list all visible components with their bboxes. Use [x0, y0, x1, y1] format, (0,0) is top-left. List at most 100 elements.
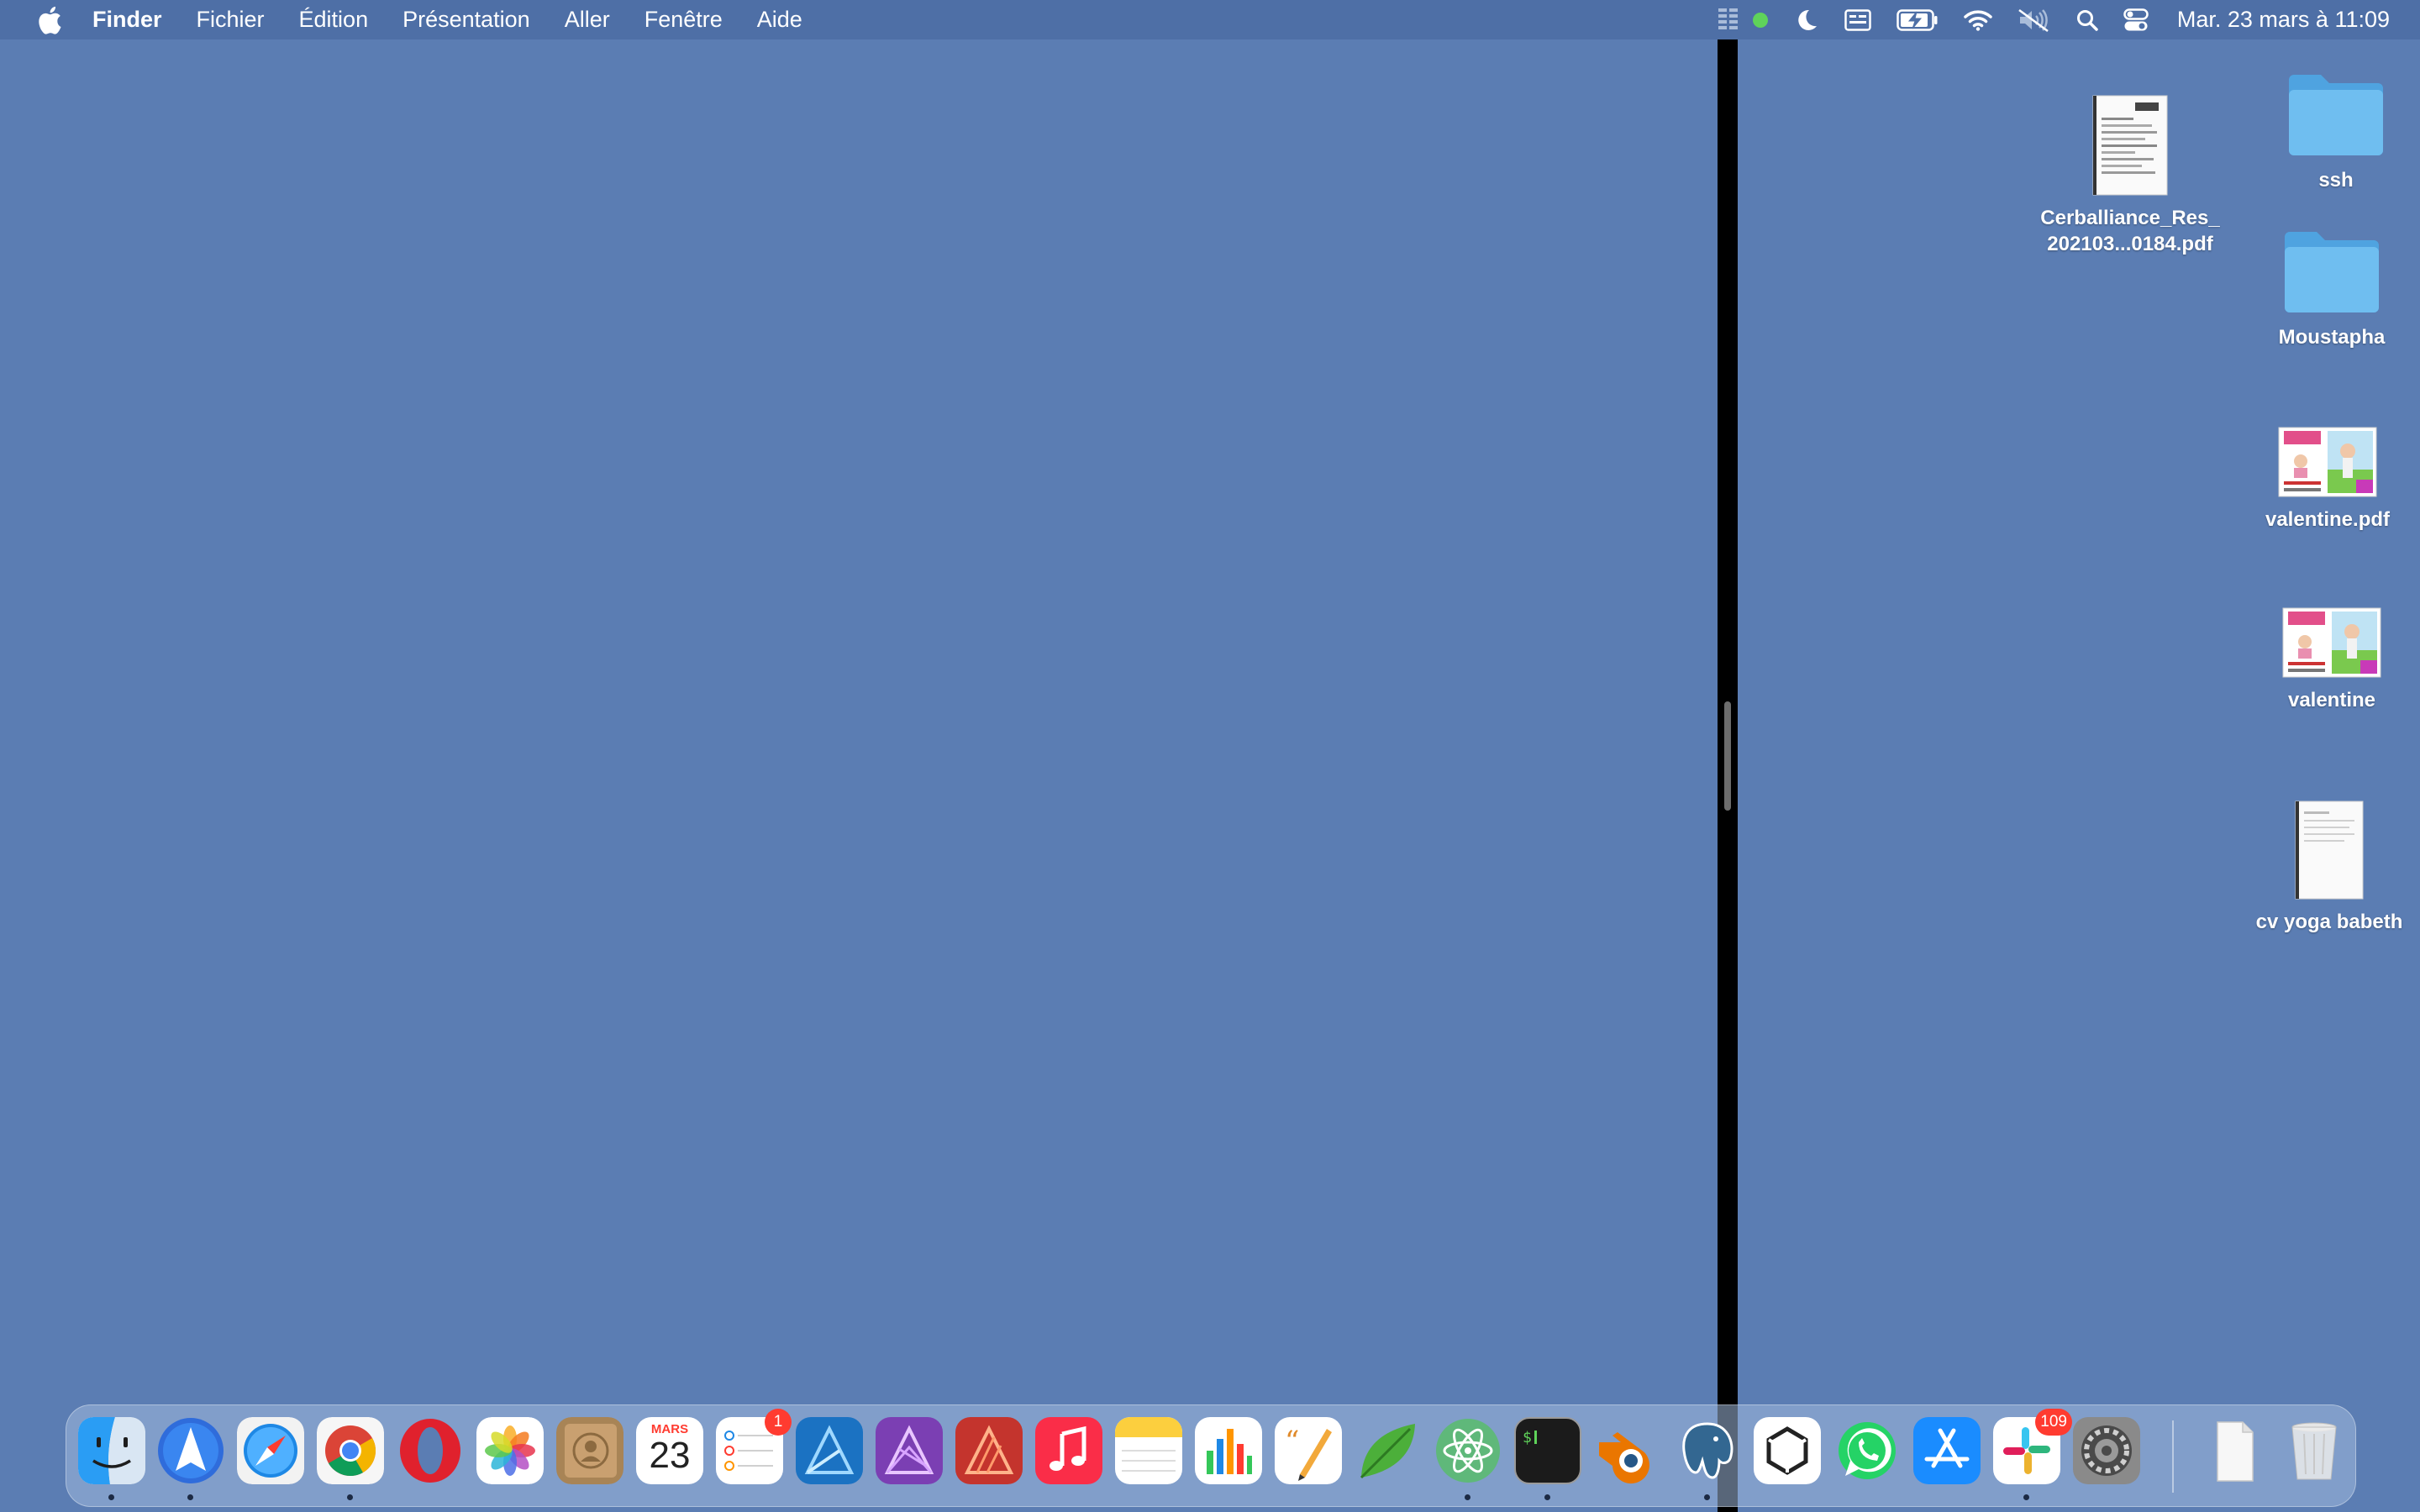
- menu-bar: Finder Fichier Édition Présentation Alle…: [0, 0, 2420, 39]
- blender-icon: [1599, 1432, 1649, 1484]
- dock-trash[interactable]: [2281, 1417, 2348, 1484]
- desktop-item-cv-yoga-babeth[interactable]: cv yoga babeth: [2245, 798, 2413, 935]
- photos-icon: [476, 1417, 544, 1484]
- menu-aller[interactable]: Aller: [565, 7, 610, 33]
- menu-fenetre[interactable]: Fenêtre: [644, 7, 723, 33]
- desktop-item-label-line1: Cerballiance_Res_: [2040, 207, 2220, 229]
- dock-photos[interactable]: [476, 1417, 544, 1484]
- pdf-document-icon: [2092, 95, 2168, 196]
- desktop-item-label: valentine.pdf: [2265, 508, 2391, 531]
- dock-affinity-photo[interactable]: [876, 1417, 943, 1484]
- control-center-icon[interactable]: [2123, 0, 2149, 39]
- desktop-item-label: ssh: [2318, 169, 2354, 192]
- dock-safari[interactable]: [237, 1417, 304, 1484]
- dock-unity[interactable]: [1754, 1417, 1821, 1484]
- desktop-item-label: Moustapha: [2278, 326, 2386, 349]
- affinity-publisher-icon: [964, 1425, 1014, 1474]
- svg-text:“: “: [1285, 1425, 1299, 1458]
- menu-presentation[interactable]: Présentation: [402, 7, 530, 33]
- apple-menu-icon[interactable]: [35, 6, 62, 34]
- running-indicator: [1544, 1494, 1550, 1500]
- menu-edition[interactable]: Édition: [299, 7, 369, 33]
- dock-music[interactable]: [1035, 1417, 1102, 1484]
- dock-system-preferences[interactable]: [2073, 1417, 2140, 1484]
- green-dot-icon: [1752, 0, 1769, 39]
- dock-chrome[interactable]: [317, 1417, 384, 1484]
- postgresql-elephant-icon: [1682, 1422, 1733, 1479]
- dock-atom[interactable]: [1434, 1417, 1502, 1484]
- dock-app-store[interactable]: [1913, 1417, 1981, 1484]
- search-icon[interactable]: [2076, 0, 2098, 39]
- running-indicator: [187, 1494, 193, 1500]
- menu-aide[interactable]: Aide: [757, 7, 802, 33]
- leaf-icon: [1360, 1424, 1415, 1479]
- affinity-designer-icon: [804, 1425, 855, 1474]
- dock-affinity-publisher[interactable]: [955, 1417, 1023, 1484]
- dock: MARS 23 1 “ $ 109: [66, 1404, 2356, 1507]
- gear-icon: [2081, 1425, 2132, 1476]
- battery-charging-icon[interactable]: [1897, 0, 1939, 39]
- running-indicator: [347, 1494, 353, 1500]
- dock-leaf[interactable]: [1355, 1417, 1422, 1484]
- running-indicator: [1704, 1494, 1710, 1500]
- split-view-handle[interactable]: [1724, 701, 1731, 811]
- dock-affinity-designer[interactable]: [796, 1417, 863, 1484]
- folder-icon: [2285, 232, 2379, 312]
- chrome-icon: [317, 1417, 384, 1484]
- affinity-photo-icon: [884, 1425, 934, 1474]
- dock-calendar[interactable]: MARS 23: [636, 1417, 703, 1484]
- running-indicator: [108, 1494, 114, 1500]
- dock-opera[interactable]: [397, 1417, 464, 1484]
- menu-fichier[interactable]: Fichier: [197, 7, 265, 33]
- dock-reminders[interactable]: 1: [716, 1409, 792, 1484]
- finder-icon: [78, 1417, 145, 1484]
- folder-icon: [2289, 75, 2383, 155]
- desktop-item-label: cv yoga babeth: [2255, 911, 2403, 933]
- dock-finder[interactable]: [78, 1417, 145, 1484]
- desktop-item-label-line2: 202103...0184.pdf: [2047, 233, 2213, 255]
- dock-spark[interactable]: [157, 1417, 224, 1484]
- keyboard-input-icon[interactable]: [1844, 0, 1871, 39]
- running-indicator: [1465, 1494, 1470, 1500]
- dock-blender[interactable]: [1594, 1417, 1661, 1484]
- moon-icon[interactable]: [1794, 0, 1819, 39]
- dock-numbers[interactable]: [1195, 1417, 1262, 1484]
- wifi-icon[interactable]: [1964, 0, 1992, 39]
- desktop-item-cerballiance-pdf[interactable]: Cerballiance_Res_ 202103...0184.pdf: [2017, 92, 2244, 257]
- image-pdf-icon: [2278, 427, 2377, 497]
- dock-notes[interactable]: [1115, 1417, 1182, 1484]
- running-indicator: [2023, 1494, 2029, 1500]
- dock-documents-stack[interactable]: [2201, 1417, 2268, 1484]
- desktop-item-valentine-pdf[interactable]: valentine.pdf: [2252, 424, 2403, 533]
- whatsapp-icon: [1839, 1422, 1896, 1479]
- dock-slack[interactable]: 109: [1993, 1409, 2072, 1484]
- desktop-item-moustapha[interactable]: Moustapha: [2260, 228, 2403, 350]
- calendar-day: 23: [649, 1435, 691, 1476]
- atom-icon: [1436, 1419, 1500, 1483]
- slack-badge: 109: [2035, 1409, 2072, 1436]
- menu-app-finder[interactable]: Finder: [92, 7, 162, 33]
- menubar-clock[interactable]: Mar. 23 mars à 11:09: [2177, 7, 2390, 33]
- svg-text:$: $: [1523, 1429, 1532, 1446]
- dock-postgresql[interactable]: [1674, 1417, 1741, 1484]
- desktop-item-valentine[interactable]: valentine: [2269, 605, 2395, 713]
- sound-muted-icon[interactable]: [2018, 0, 2051, 39]
- terminal-prompt-icon: $: [1523, 1429, 1537, 1446]
- document-icon: [2295, 801, 2364, 900]
- dock-contacts[interactable]: [556, 1417, 623, 1484]
- pages-pen-icon: “: [1285, 1425, 1332, 1481]
- dictation-icon[interactable]: [1717, 0, 1742, 39]
- dock-pages[interactable]: “: [1275, 1417, 1342, 1484]
- contacts-icon: [556, 1417, 623, 1484]
- desktop-item-ssh[interactable]: ssh: [2269, 71, 2403, 193]
- split-view-divider[interactable]: [1718, 39, 1738, 1512]
- notes-icon: [1115, 1417, 1182, 1472]
- safari-compass-icon: [237, 1417, 304, 1484]
- music-note-icon: [1050, 1425, 1086, 1471]
- dock-whatsapp[interactable]: [1833, 1417, 1901, 1484]
- dock-terminal[interactable]: $: [1514, 1417, 1581, 1484]
- image-thumbnail-icon: [2282, 607, 2381, 678]
- numbers-chart-icon: [1207, 1429, 1252, 1474]
- app-store-icon: [1924, 1428, 1970, 1468]
- desktop-item-label: valentine: [2287, 689, 2376, 711]
